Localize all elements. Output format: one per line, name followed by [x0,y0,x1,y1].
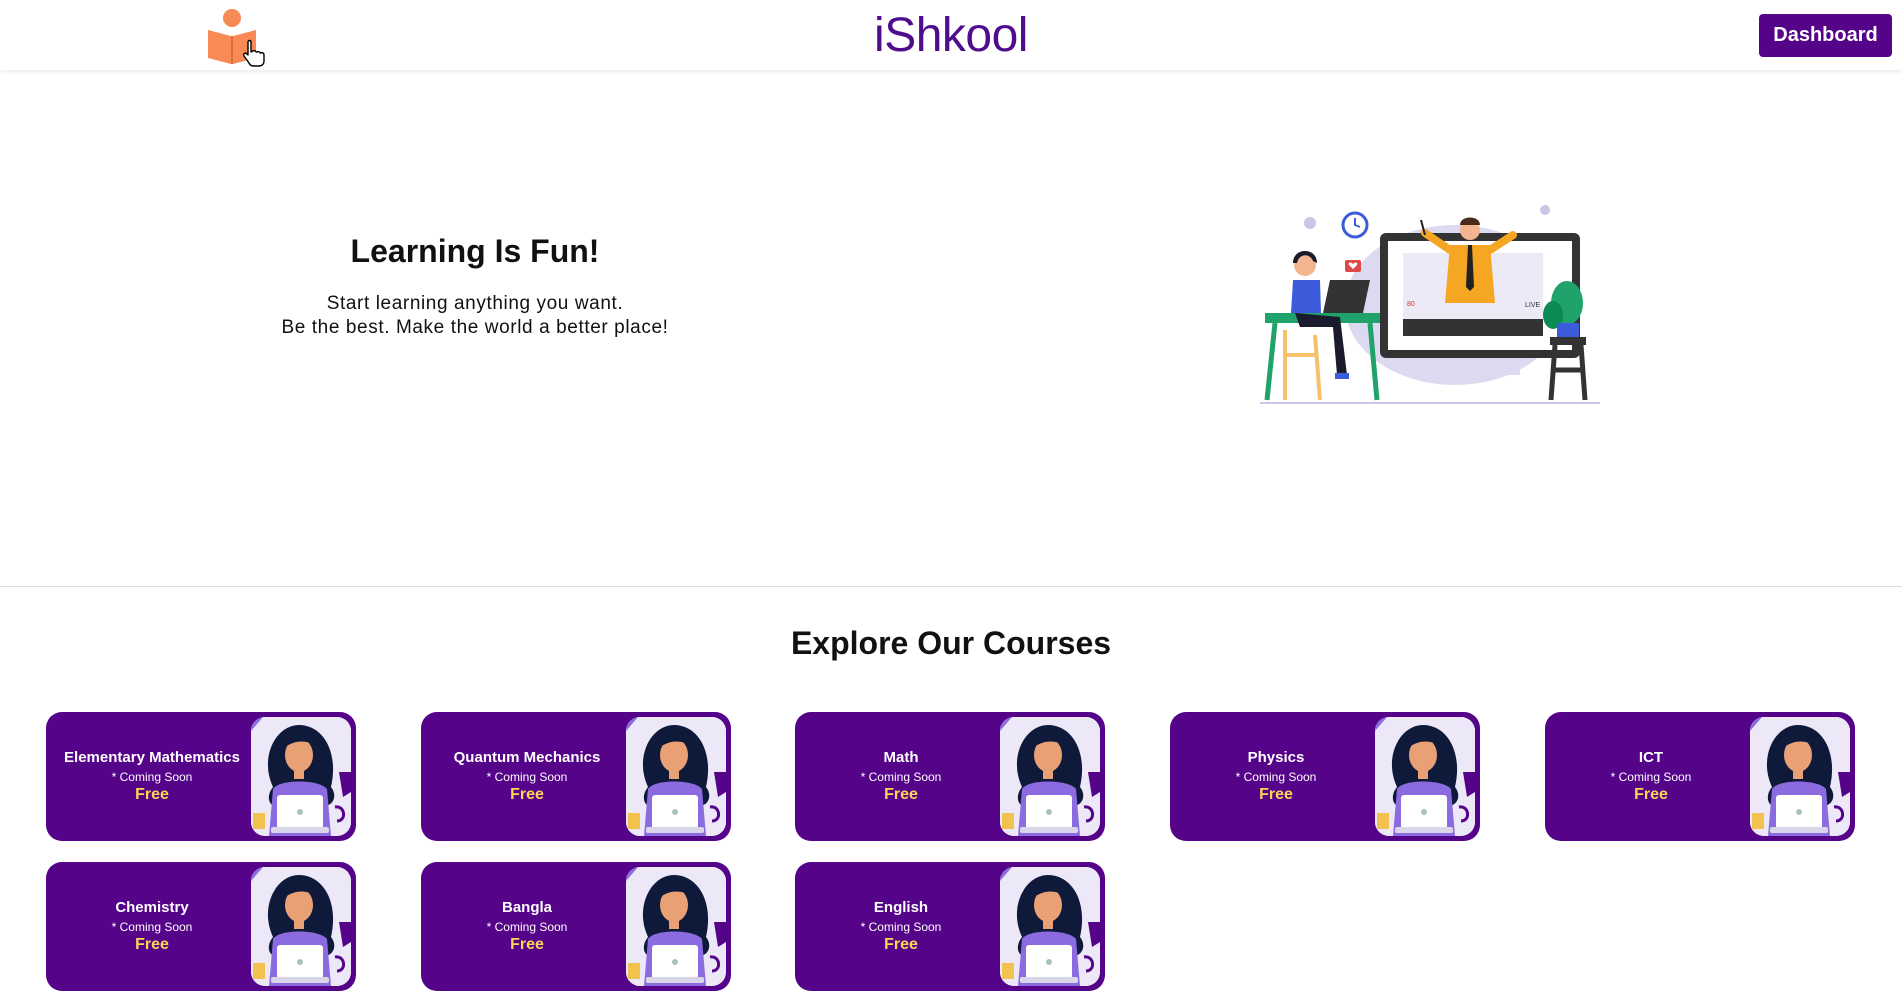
course-title: Quantum Mechanics [453,749,601,766]
svg-text:80: 80 [1407,301,1415,308]
hero-title: Learning Is Fun! [350,233,600,269]
course-card-text: ICT * Coming Soon Free [1545,712,1757,841]
course-status: * Coming Soon [111,920,193,934]
course-price: Free [1259,786,1293,803]
course-title: Math [883,749,919,766]
heart-icon [1345,260,1361,272]
course-card-text: Math * Coming Soon Free [795,712,1007,841]
course-status: * Coming Soon [486,770,568,784]
svg-text:LIVE: LIVE [1525,302,1541,309]
course-card[interactable]: ICT * Coming Soon Free [1545,712,1855,841]
course-title: Elementary Mathematics [64,749,240,766]
course-thumbnail-image [251,867,351,986]
course-price: Free [510,936,544,953]
course-status: * Coming Soon [1235,770,1317,784]
section-divider [0,586,1902,587]
hero-subtitle: Start learning anything you want. Be the… [0,292,950,340]
course-title: English [873,899,929,916]
course-title: ICT [1638,749,1664,766]
course-price: Free [1634,786,1668,803]
course-card[interactable]: Bangla * Coming Soon Free [421,862,731,991]
online-class-illustration: 80 LIVE [1255,195,1605,420]
hero-subtitle-line: Be the best. Make the world a better pla… [281,317,669,338]
course-thumbnail-image [1000,867,1100,986]
course-card[interactable]: Math * Coming Soon Free [795,712,1105,841]
course-card[interactable]: English * Coming Soon Free [795,862,1105,991]
course-thumbnail-image [1750,717,1850,836]
course-thumbnail-image [251,717,351,836]
course-card-text: Quantum Mechanics * Coming Soon Free [421,712,633,841]
course-card[interactable]: Chemistry * Coming Soon Free [46,862,356,991]
course-card-text: Chemistry * Coming Soon Free [46,862,258,991]
course-thumbnail-image [626,867,726,986]
course-card-text: Elementary Mathematics * Coming Soon Fre… [46,712,258,841]
course-price: Free [884,786,918,803]
course-card-text: Bangla * Coming Soon Free [421,862,633,991]
courses-section-title: Explore Our Courses [790,625,1112,661]
course-status: * Coming Soon [1610,770,1692,784]
course-card[interactable]: Physics * Coming Soon Free [1170,712,1480,841]
course-price: Free [884,936,918,953]
course-thumbnail-image [626,717,726,836]
course-status: * Coming Soon [111,770,193,784]
dashboard-button[interactable]: Dashboard [1759,14,1892,57]
course-status: * Coming Soon [486,920,568,934]
course-title: Chemistry [115,899,189,916]
course-thumbnail-image [1000,717,1100,836]
top-navbar: iShkool Dashboard [0,0,1902,70]
course-title: Bangla [501,899,552,916]
course-card[interactable]: Elementary Mathematics * Coming Soon Fre… [46,712,356,841]
course-status: * Coming Soon [860,920,942,934]
clock-icon [1341,211,1369,239]
course-price: Free [135,936,169,953]
course-price: Free [135,786,169,803]
brand-title[interactable]: iShkool [0,8,1902,63]
course-card-text: English * Coming Soon Free [795,862,1007,991]
course-thumbnail-image [1375,717,1475,836]
course-status: * Coming Soon [860,770,942,784]
course-title: Physics [1247,749,1305,766]
course-price: Free [510,786,544,803]
course-card-text: Physics * Coming Soon Free [1170,712,1382,841]
course-card[interactable]: Quantum Mechanics * Coming Soon Free [421,712,731,841]
hero-subtitle-line: Start learning anything you want. [326,293,624,314]
